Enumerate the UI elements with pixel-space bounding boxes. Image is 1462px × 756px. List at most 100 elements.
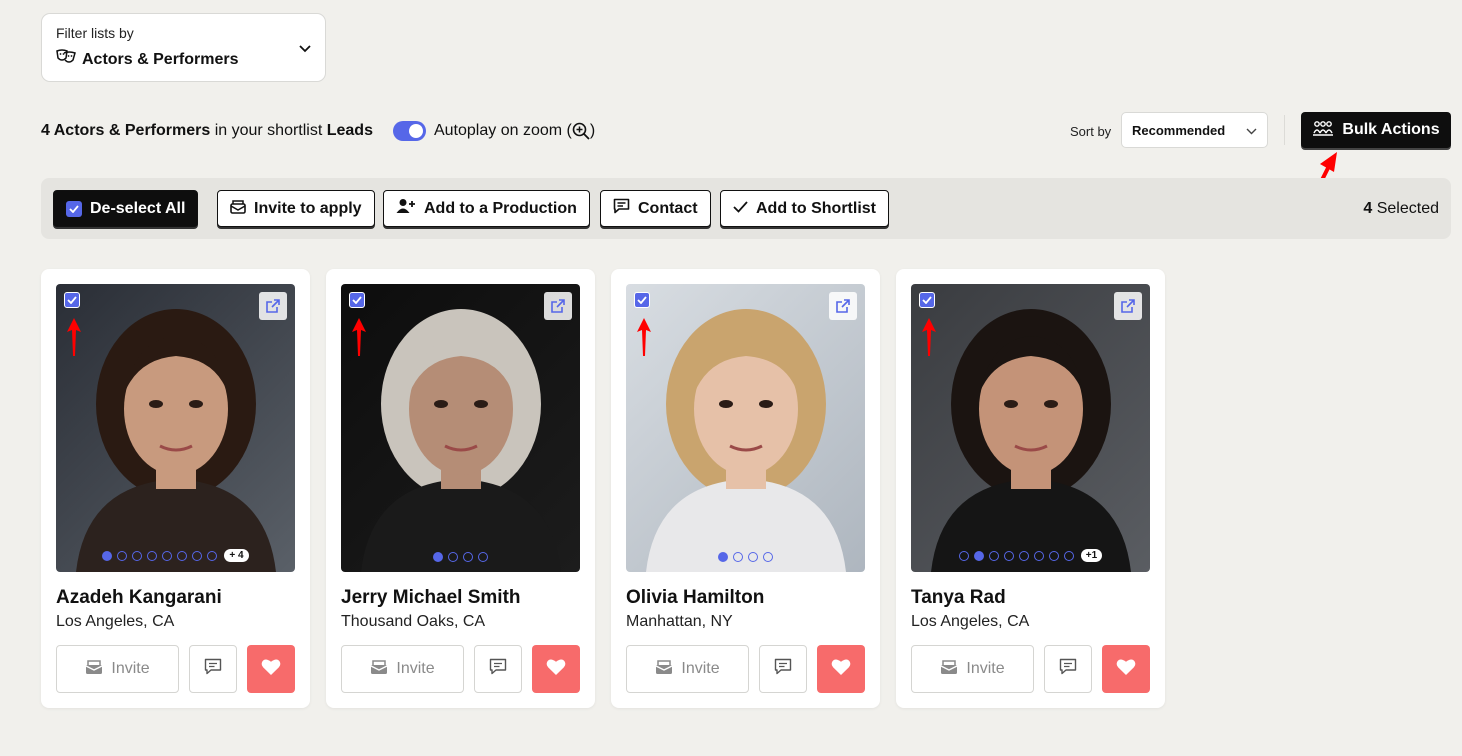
photo-dot[interactable] [102, 550, 113, 561]
message-button[interactable] [474, 645, 522, 693]
favorite-button[interactable] [532, 645, 580, 693]
talent-card[interactable]: +1 Tanya Rad Los Angeles, CA Invite [896, 269, 1165, 708]
message-button[interactable] [1044, 645, 1092, 693]
favorite-button[interactable] [247, 645, 295, 693]
bulk-actions-button[interactable]: Bulk Actions [1301, 112, 1451, 148]
autoplay-label: Autoplay on zoom ( [433, 122, 572, 139]
filter-lists-dropdown[interactable]: Filter lists by Actors & Performers [41, 13, 326, 82]
check-icon [733, 200, 748, 218]
photo-dot[interactable] [733, 552, 743, 562]
headshot-photo[interactable]: + 4 [56, 284, 295, 572]
select-checkbox[interactable] [349, 292, 365, 308]
add-to-shortlist-button[interactable]: Add to Shortlist [720, 190, 889, 227]
talent-name[interactable]: Azadeh Kangarani [56, 587, 222, 609]
message-button[interactable] [759, 645, 807, 693]
photo-dot[interactable] [147, 550, 158, 561]
photo-dot[interactable] [162, 550, 173, 561]
talent-name[interactable]: Olivia Hamilton [626, 587, 764, 609]
annotation-arrow-icon [637, 318, 651, 356]
sort-value: Recommended [1132, 122, 1226, 138]
photo-dot[interactable] [478, 552, 488, 562]
invite-label: Invite [396, 660, 435, 677]
bulk-actions-label: Bulk Actions [1342, 121, 1440, 138]
add-to-shortlist-label: Add to Shortlist [756, 199, 876, 217]
select-checkbox[interactable] [634, 292, 650, 308]
photo-dot[interactable] [448, 552, 458, 562]
annotation-arrow-icon [922, 318, 936, 356]
photo-dot[interactable] [1063, 550, 1074, 561]
checkbox-checked-icon [66, 200, 82, 217]
talent-name[interactable]: Jerry Michael Smith [341, 587, 521, 609]
add-user-icon [396, 198, 416, 219]
invite-button[interactable]: Invite [341, 645, 464, 693]
theater-masks-icon [56, 49, 76, 70]
invite-button[interactable]: Invite [911, 645, 1034, 693]
photo-dot[interactable] [463, 552, 473, 562]
autoplay-toggle[interactable] [392, 121, 426, 141]
invite-to-apply-label: Invite to apply [254, 199, 362, 217]
photo-dot[interactable] [433, 552, 443, 562]
message-icon [489, 658, 507, 680]
deselect-all-label: De-select All [90, 199, 186, 217]
favorite-button[interactable] [1102, 645, 1150, 693]
selected-count-label: Selected [1372, 200, 1439, 217]
envelope-icon [655, 659, 673, 680]
photo-dot[interactable] [973, 550, 984, 561]
contact-button[interactable]: Contact [600, 190, 711, 227]
talent-name[interactable]: Tanya Rad [911, 587, 1006, 609]
photo-dot[interactable] [748, 552, 758, 562]
favorite-button[interactable] [817, 645, 865, 693]
photo-dot[interactable] [177, 550, 188, 561]
photo-dot[interactable] [117, 550, 128, 561]
invite-button[interactable]: Invite [626, 645, 749, 693]
more-photos-badge: +1 [1080, 549, 1103, 562]
talent-location: Manhattan, NY [626, 613, 733, 630]
photo-dot[interactable] [132, 550, 143, 561]
annotation-arrow-icon [67, 318, 81, 356]
selected-count: 4 Selected [1363, 200, 1439, 218]
envelope-icon [370, 659, 388, 680]
invite-label: Invite [966, 660, 1005, 677]
talent-card[interactable]: Jerry Michael Smith Thousand Oaks, CA Invi… [326, 269, 595, 708]
invite-button[interactable]: Invite [56, 645, 179, 693]
headshot-photo[interactable]: +1 [911, 284, 1150, 572]
photo-dot[interactable] [958, 550, 969, 561]
photo-dot[interactable] [192, 550, 203, 561]
photo-dot[interactable] [207, 550, 218, 561]
message-icon [204, 658, 222, 680]
photo-dot[interactable] [1048, 550, 1059, 561]
envelope-icon [85, 659, 103, 680]
select-checkbox[interactable] [64, 292, 80, 308]
contact-label: Contact [638, 199, 698, 217]
headshot-photo[interactable] [341, 284, 580, 572]
headshot-photo[interactable] [626, 284, 865, 572]
filter-value: Actors & Performers [56, 49, 311, 70]
sort-select[interactable]: Recommended [1121, 112, 1268, 148]
photo-dot[interactable] [1003, 550, 1014, 561]
add-to-production-button[interactable]: Add to a Production [383, 190, 590, 227]
external-link-icon[interactable] [259, 292, 287, 320]
external-link-icon[interactable] [829, 292, 857, 320]
envelope-icon [230, 199, 246, 219]
headshot-image [931, 309, 1131, 572]
photo-carousel-dots: + 4 [56, 549, 295, 562]
talent-card[interactable]: + 4 Azadeh Kangarani Los Angeles, CA Invite [41, 269, 310, 708]
photo-dot[interactable] [988, 550, 999, 561]
invite-to-apply-button[interactable]: Invite to apply [217, 190, 375, 227]
external-link-icon[interactable] [1114, 292, 1142, 320]
chevron-down-icon [1246, 123, 1257, 138]
select-checkbox[interactable] [919, 292, 935, 308]
photo-dot[interactable] [763, 552, 773, 562]
bulk-action-bar: De-select All Invite to apply Add to a P… [41, 178, 1451, 239]
message-button[interactable] [189, 645, 237, 693]
photo-carousel-dots [626, 552, 865, 562]
deselect-all-button[interactable]: De-select All [53, 190, 199, 227]
heart-icon [1116, 658, 1136, 681]
photo-dot[interactable] [1033, 550, 1044, 561]
heart-icon [546, 658, 566, 681]
external-link-icon[interactable] [544, 292, 572, 320]
photo-dot[interactable] [718, 552, 728, 562]
photo-dot[interactable] [1018, 550, 1029, 561]
shortlist-middle-text: in your shortlist [210, 122, 327, 139]
talent-card[interactable]: Olivia Hamilton Manhattan, NY Invite [611, 269, 880, 708]
